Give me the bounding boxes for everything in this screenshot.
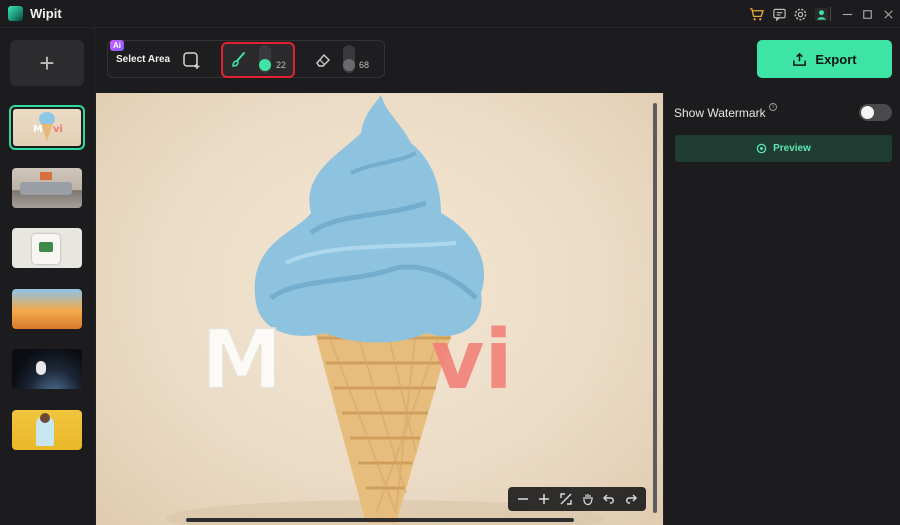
zoom-out-icon[interactable]: [515, 491, 531, 507]
ice-cream-image: M vi: [166, 95, 606, 525]
message-icon[interactable]: [770, 5, 788, 23]
info-icon[interactable]: i: [769, 103, 777, 111]
add-image-button[interactable]: +: [10, 40, 84, 86]
svg-text:M: M: [33, 124, 43, 135]
export-icon: [793, 52, 807, 66]
hand-pan-icon[interactable]: [580, 491, 596, 507]
app-logo-icon: [8, 6, 23, 21]
preview-label: Preview: [773, 143, 811, 154]
maximize-icon[interactable]: [858, 5, 876, 23]
show-watermark-label: Show Watermark: [674, 106, 766, 120]
toggle-knob: [861, 106, 874, 119]
brush-icon[interactable]: [229, 50, 249, 70]
select-area-icon[interactable]: [182, 50, 202, 70]
undo-icon[interactable]: [601, 491, 617, 507]
image-canvas[interactable]: M vi: [96, 93, 663, 525]
image-list-sidebar: + M vi: [0, 28, 95, 525]
thumbnail-girl-flowers[interactable]: [12, 410, 82, 450]
app-title: Wipit: [30, 6, 62, 21]
eraser-size-slider-knob[interactable]: [343, 59, 355, 71]
settings-icon[interactable]: [791, 5, 809, 23]
title-bar: Wipit: [0, 0, 900, 28]
zoom-toolbar: [508, 487, 646, 511]
export-label: Export: [815, 51, 857, 67]
svg-text:vi: vi: [53, 124, 63, 135]
preview-button[interactable]: Preview: [675, 135, 892, 162]
svg-text:vi: vi: [431, 313, 513, 408]
select-area-label[interactable]: Select Area: [116, 54, 170, 65]
eraser-size-value: 68: [359, 60, 370, 70]
thumbnail-tshirt[interactable]: [12, 228, 82, 268]
export-button[interactable]: Export: [757, 40, 892, 78]
svg-text:M: M: [201, 313, 283, 408]
show-watermark-toggle[interactable]: [859, 104, 892, 121]
brush-size-value: 22: [276, 60, 287, 70]
thumbnail-flowers[interactable]: [12, 289, 82, 329]
close-icon[interactable]: [879, 5, 897, 23]
thumbnail-living-room[interactable]: [12, 168, 82, 208]
brush-size-slider-knob[interactable]: [259, 59, 271, 71]
eraser-icon[interactable]: [314, 51, 332, 69]
cart-icon[interactable]: [747, 5, 765, 23]
redo-icon[interactable]: [623, 491, 639, 507]
horizontal-scrollbar[interactable]: [186, 518, 574, 522]
zoom-in-icon[interactable]: [536, 491, 552, 507]
minimize-icon[interactable]: [838, 5, 856, 23]
titlebar-divider: [830, 7, 831, 21]
thumbnail-ice-cream[interactable]: M vi: [9, 105, 85, 150]
user-icon[interactable]: [812, 5, 830, 23]
fit-screen-icon[interactable]: [558, 491, 574, 507]
thumbnail-astronaut[interactable]: [12, 349, 82, 389]
ai-badge: Ai: [110, 40, 124, 51]
vertical-scrollbar[interactable]: [653, 103, 657, 513]
preview-eye-icon: [756, 143, 767, 154]
